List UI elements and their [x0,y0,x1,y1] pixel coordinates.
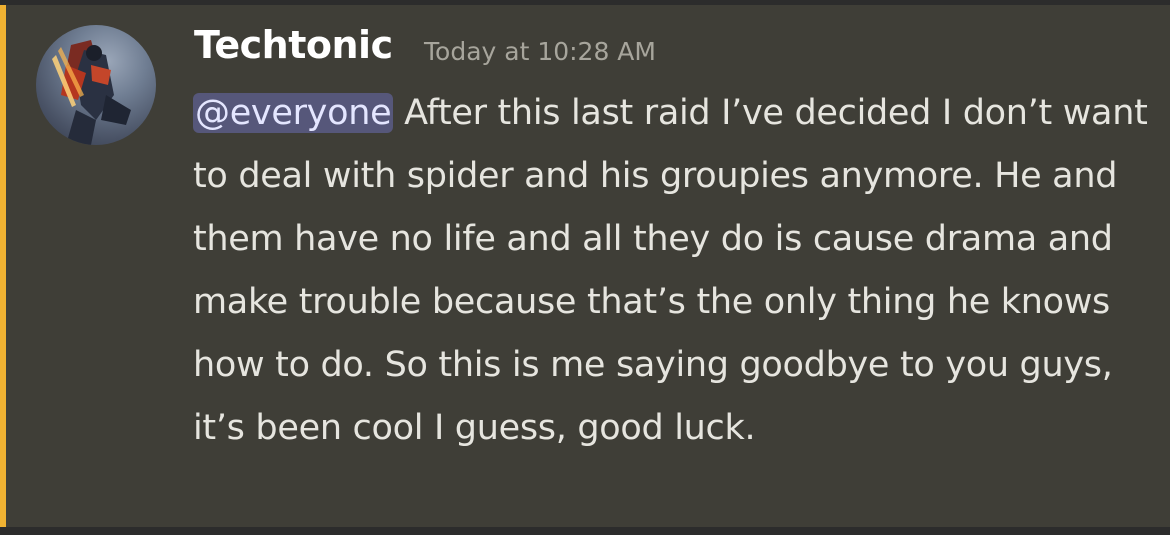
message-text: After this last raid I’ve decided I don’… [193,93,1148,448]
user-avatar[interactable] [36,25,156,145]
message-row: Techtonic Today at 10:28 AM @everyone Af… [0,0,1170,535]
mention-highlight-bar [0,5,6,527]
everyone-mention[interactable]: @everyone [193,93,394,133]
superhero-avatar-icon [52,40,131,145]
author-name[interactable]: Techtonic [194,23,393,67]
message-content: @everyone After this last raid I’ve deci… [193,82,1148,460]
message-timestamp[interactable]: Today at 10:28 AM [424,37,656,66]
